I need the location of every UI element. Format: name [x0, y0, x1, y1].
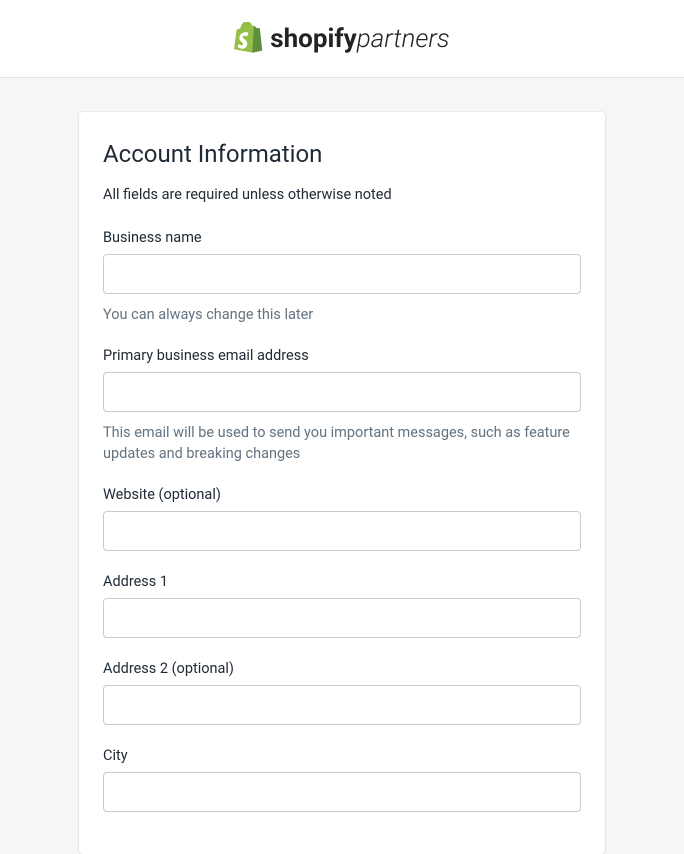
address1-input[interactable] — [103, 598, 581, 638]
primary-email-input[interactable] — [103, 372, 581, 412]
card-title: Account Information — [103, 140, 581, 168]
primary-email-help: This email will be used to send you impo… — [103, 422, 581, 464]
brand-logo: shopifypartners — [234, 22, 449, 56]
account-information-card: Account Information All fields are requi… — [79, 112, 605, 854]
business-name-input[interactable] — [103, 254, 581, 294]
brand-name-light: partners — [357, 24, 450, 54]
business-name-label: Business name — [103, 229, 581, 246]
brand-name-bold: shopify — [270, 24, 357, 54]
primary-email-label: Primary business email address — [103, 347, 581, 364]
business-name-help: You can always change this later — [103, 304, 581, 325]
brand-name: shopifypartners — [270, 24, 449, 54]
field-address2: Address 2 (optional) — [103, 660, 581, 725]
field-website: Website (optional) — [103, 486, 581, 551]
address1-label: Address 1 — [103, 573, 581, 590]
shopify-bag-icon — [234, 22, 264, 56]
city-input[interactable] — [103, 772, 581, 812]
city-label: City — [103, 747, 581, 764]
website-label: Website (optional) — [103, 486, 581, 503]
address2-label: Address 2 (optional) — [103, 660, 581, 677]
field-business-name: Business name You can always change this… — [103, 229, 581, 325]
field-address1: Address 1 — [103, 573, 581, 638]
field-city: City — [103, 747, 581, 812]
website-input[interactable] — [103, 511, 581, 551]
card-subtitle: All fields are required unless otherwise… — [103, 186, 581, 203]
field-primary-email: Primary business email address This emai… — [103, 347, 581, 464]
address2-input[interactable] — [103, 685, 581, 725]
page-header: shopifypartners — [0, 0, 684, 78]
